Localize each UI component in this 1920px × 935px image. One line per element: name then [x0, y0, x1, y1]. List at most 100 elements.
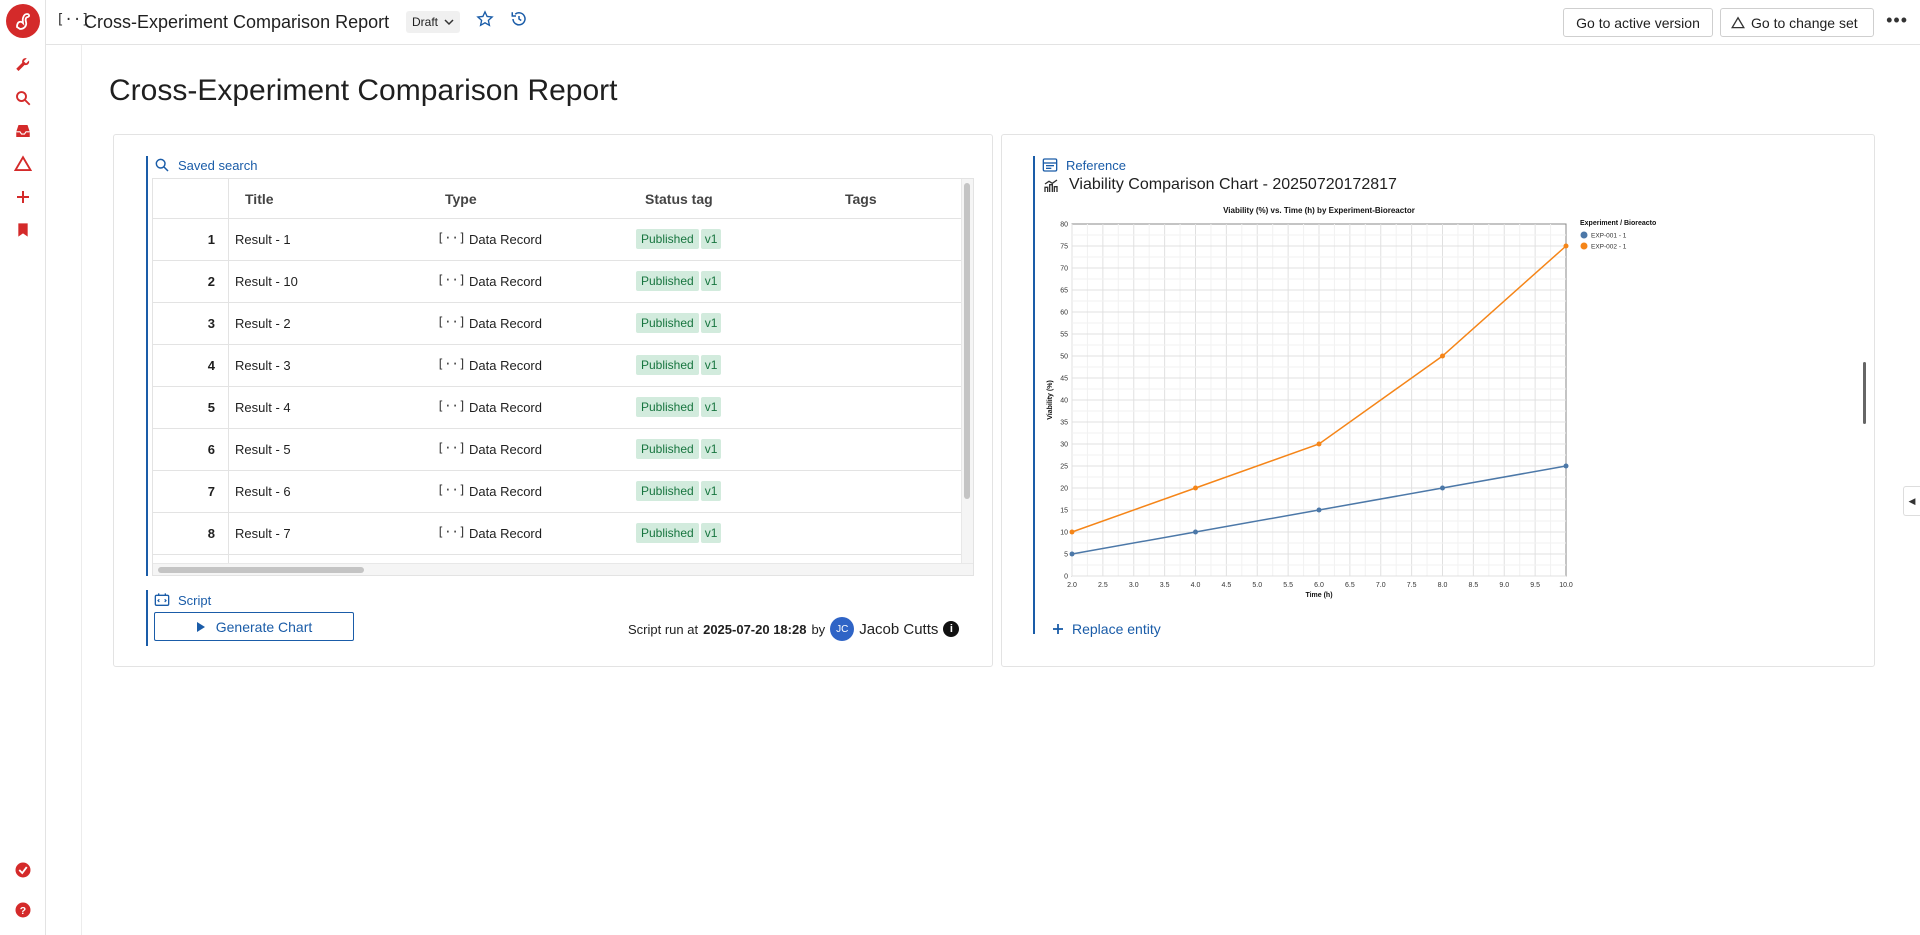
table-row[interactable]: 8 Result - 7 [··] Data Record Published v… — [153, 513, 961, 555]
row-number: 1 — [207, 232, 215, 247]
row-title[interactable]: Result - 6 — [235, 484, 291, 499]
collapse-panel-tab[interactable]: ◀ — [1903, 486, 1920, 516]
search-icon — [155, 158, 169, 172]
avatar[interactable]: JC — [830, 617, 855, 641]
help-icon[interactable]: ? — [11, 898, 35, 922]
table-row[interactable]: 2 Result - 10 [··] Data Record Published… — [153, 261, 961, 303]
version-tag: v1 — [700, 523, 722, 543]
data-record-icon: [··] — [437, 315, 466, 329]
table-row[interactable]: 4 Result - 3 [··] Data Record Published v… — [153, 345, 961, 387]
x-tick-label: 8.5 — [1469, 582, 1479, 589]
row-type: Data Record — [469, 316, 542, 331]
table-row[interactable]: 3 Result - 2 [··] Data Record Published v… — [153, 303, 961, 345]
column-header-type[interactable]: Type — [445, 191, 477, 207]
app-logo[interactable] — [6, 4, 40, 38]
plus-icon[interactable] — [11, 185, 35, 209]
data-record-icon: [··] — [437, 525, 466, 539]
horizontal-scrollbar[interactable] — [153, 563, 973, 575]
info-icon[interactable]: i — [943, 621, 960, 637]
table-row[interactable]: 7 Result - 6 [··] Data Record Published v… — [153, 471, 961, 513]
row-number: 4 — [207, 358, 215, 373]
y-tick-label: 50 — [1060, 354, 1068, 361]
inbox-icon[interactable] — [11, 119, 35, 143]
y-tick-label: 30 — [1060, 442, 1068, 449]
x-tick-label: 7.5 — [1407, 582, 1417, 589]
x-tick-label: 6.0 — [1314, 582, 1324, 589]
status-tag: Published — [636, 397, 699, 417]
generate-chart-button[interactable]: Generate Chart — [154, 612, 354, 641]
left-sidebar: ? — [0, 0, 46, 935]
y-tick-label: 55 — [1060, 332, 1068, 339]
row-title[interactable]: Result - 7 — [235, 526, 291, 541]
row-number: 6 — [207, 442, 215, 457]
svg-text:?: ? — [20, 905, 26, 917]
row-number: 8 — [207, 526, 215, 541]
row-title[interactable]: Result - 1 — [235, 232, 291, 247]
row-type: Data Record — [469, 400, 542, 415]
script-section-indicator — [146, 590, 148, 646]
column-header-title[interactable]: Title — [245, 191, 274, 207]
reference-icon — [1042, 158, 1058, 172]
x-tick-label: 4.5 — [1222, 582, 1232, 589]
version-tag: v1 — [700, 271, 722, 291]
row-title[interactable]: Result - 2 — [235, 316, 291, 331]
horizontal-scrollbar-thumb[interactable] — [158, 567, 364, 573]
vertical-scrollbar-thumb[interactable] — [964, 183, 970, 499]
table-row[interactable]: 6 Result - 5 [··] Data Record Published v… — [153, 429, 961, 471]
search-icon[interactable] — [11, 86, 35, 110]
go-to-change-set-button[interactable]: Go to change set — [1720, 8, 1874, 37]
tasks-check-icon[interactable] — [11, 858, 35, 882]
row-type: Data Record — [469, 526, 542, 541]
status-tag: Published — [636, 523, 699, 543]
status-tag: Published — [636, 439, 699, 459]
topbar-title: Cross-Experiment Comparison Report — [84, 12, 390, 32]
table-row[interactable]: 5 Result - 4 [··] Data Record Published v… — [153, 387, 961, 429]
legend-marker — [1580, 231, 1588, 239]
row-title[interactable]: Result - 4 — [235, 400, 291, 415]
bookmark-icon[interactable] — [11, 218, 35, 242]
version-tag: v1 — [700, 313, 722, 333]
chart-entity-title[interactable]: Viability Comparison Chart - 20250720172… — [1069, 176, 1397, 194]
wrench-icon[interactable] — [11, 53, 35, 77]
change-set-icon[interactable] — [11, 152, 35, 176]
data-record-icon: [··] — [437, 231, 466, 245]
go-to-active-version-label: Go to active version — [1576, 14, 1700, 31]
data-point — [1316, 441, 1322, 447]
script-run-prefix: Script run at — [628, 621, 699, 637]
star-icon[interactable] — [476, 10, 494, 33]
data-record-icon: [··] — [437, 399, 466, 413]
row-title[interactable]: Result - 5 — [235, 442, 291, 457]
more-options-icon[interactable]: ••• — [1886, 10, 1908, 31]
x-axis-label: Time (h) — [1305, 592, 1332, 599]
user-name[interactable]: Jacob Cutts — [859, 621, 938, 638]
status-badge: Published v1 — [636, 313, 722, 333]
table-header: Title Type Status tag Tags — [153, 179, 961, 219]
reference-header: Reference — [1042, 157, 1126, 173]
row-title[interactable]: Result - 3 — [235, 358, 291, 373]
row-type: Data Record — [469, 232, 542, 247]
column-header-tags[interactable]: Tags — [845, 191, 877, 207]
data-record-icon: [··] — [437, 483, 466, 497]
data-point — [1069, 529, 1075, 535]
replace-entity-button[interactable]: Replace entity — [1052, 621, 1161, 637]
table-row[interactable]: 1 Result - 1 [··] Data Record Published v… — [153, 219, 961, 261]
column-header-status-tag[interactable]: Status tag — [645, 191, 713, 207]
plus-icon — [1053, 624, 1063, 634]
status-badge: Published v1 — [636, 397, 722, 417]
row-title[interactable]: Result - 10 — [235, 274, 298, 289]
data-point — [1316, 507, 1322, 513]
go-to-active-version-button[interactable]: Go to active version — [1563, 8, 1713, 37]
row-number: 3 — [207, 316, 215, 331]
x-tick-label: 4.0 — [1191, 582, 1201, 589]
history-icon[interactable] — [510, 10, 528, 33]
page-title: Cross-Experiment Comparison Report — [109, 74, 618, 107]
status-dropdown[interactable]: Draft — [406, 11, 461, 33]
x-tick-label: 3.5 — [1160, 582, 1170, 589]
vertical-scrollbar[interactable] — [961, 179, 973, 564]
y-tick-label: 25 — [1060, 464, 1068, 471]
status-tag: Published — [636, 271, 699, 291]
status-badge: Published v1 — [636, 439, 722, 459]
x-tick-label: 3.0 — [1129, 582, 1139, 589]
page-scrollbar-thumb[interactable] — [1863, 362, 1866, 424]
play-icon — [196, 621, 205, 632]
